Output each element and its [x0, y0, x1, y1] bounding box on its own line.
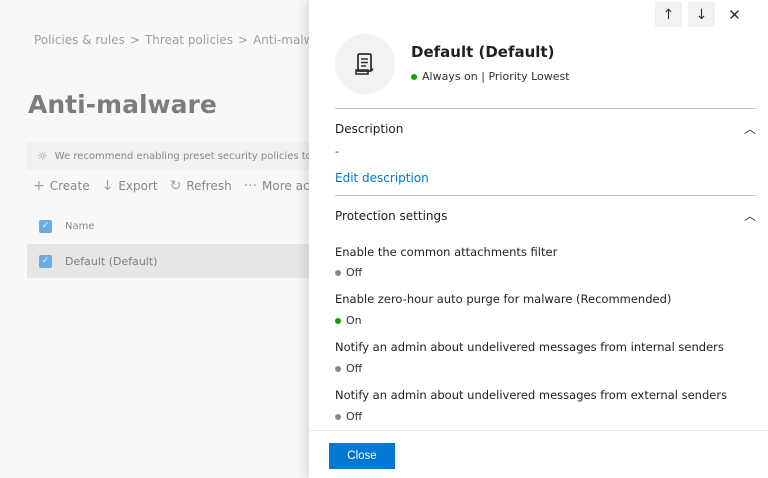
close-button[interactable]: Close — [329, 443, 395, 469]
scroll-icon — [355, 53, 374, 75]
protection-settings-heading: Protection settings — [335, 208, 448, 223]
setting-value-zap: On — [335, 314, 362, 327]
setting-value-external-senders: Off — [335, 410, 362, 423]
breadcrumb: Policies & rules > Threat policies > Anti-ma… — [34, 33, 333, 47]
setting-value-internal-senders: Off — [335, 362, 362, 375]
previous-item-button[interactable]: ↑ — [655, 2, 682, 27]
panel-navigation: ↑ ↓ ✕ — [655, 2, 748, 27]
list-header: ✓ Name — [27, 214, 309, 238]
divider — [335, 108, 756, 109]
policy-avatar — [335, 34, 395, 94]
row-checkbox[interactable]: ✓ — [39, 254, 52, 268]
recommendation-banner: ☼ We recommend enabling preset security … — [27, 142, 309, 170]
setting-label-common-attachments: Enable the common attachments filter — [335, 245, 558, 259]
lightbulb-icon: ☼ — [37, 149, 48, 163]
status-dot-icon — [411, 73, 417, 80]
description-value: - — [335, 145, 339, 158]
description-heading: Description — [335, 121, 404, 136]
arrow-down-icon: ↓ — [695, 6, 708, 23]
status-dot-icon — [335, 413, 341, 420]
close-icon: ✕ — [728, 5, 741, 24]
status-dot-icon — [335, 365, 341, 372]
policy-name-cell: Default (Default) — [65, 254, 158, 268]
policy-status: Always on | Priority Lowest — [411, 70, 570, 83]
page-title: Anti-malware — [28, 90, 217, 119]
select-all-checkbox[interactable]: ✓ — [39, 219, 52, 233]
plus-icon: + — [33, 178, 45, 194]
divider — [335, 195, 756, 196]
next-item-button[interactable]: ↓ — [688, 2, 715, 27]
policy-title: Default (Default) — [411, 43, 555, 61]
create-button[interactable]: + Create — [33, 178, 90, 194]
chevron-right-icon: > — [238, 33, 249, 47]
banner-text: We recommend enabling preset security po… — [54, 150, 309, 162]
setting-label-internal-senders: Notify an admin about undelivered messag… — [335, 340, 724, 354]
refresh-icon: ↻ — [169, 178, 182, 194]
footer-divider — [309, 430, 768, 431]
table-row[interactable]: ✓ Default (Default) — [27, 244, 309, 278]
ellipsis-icon: ··· — [243, 178, 258, 194]
status-dot-icon — [335, 317, 341, 324]
arrow-up-icon: ↑ — [662, 6, 675, 23]
breadcrumb-item-policies[interactable]: Policies & rules — [34, 33, 125, 47]
status-dot-icon — [335, 269, 341, 276]
breadcrumb-item-threat-policies[interactable]: Threat policies — [145, 33, 233, 47]
command-bar: + Create ↓ Export ↻ Refresh ··· More actio — [33, 178, 325, 194]
setting-label-external-senders: Notify an admin about undelivered messag… — [335, 388, 728, 402]
setting-value-common-attachments: Off — [335, 266, 362, 279]
policy-status-text: Always on | Priority Lowest — [422, 70, 570, 83]
refresh-button[interactable]: ↻ Refresh — [170, 178, 232, 194]
description-section-header[interactable]: Description ︿ — [335, 120, 756, 137]
chevron-up-icon[interactable]: ︿ — [744, 120, 756, 137]
column-header-name[interactable]: Name — [65, 221, 95, 232]
close-panel-button[interactable]: ✕ — [721, 2, 748, 27]
edit-description-link[interactable]: Edit description — [335, 171, 429, 185]
download-icon: ↓ — [101, 178, 114, 194]
protection-settings-section-header[interactable]: Protection settings ︿ — [335, 207, 756, 224]
chevron-up-icon[interactable]: ︿ — [744, 207, 756, 224]
export-button[interactable]: ↓ Export — [102, 178, 158, 194]
chevron-right-icon: > — [129, 33, 140, 47]
setting-label-zap: Enable zero-hour auto purge for malware … — [335, 292, 672, 306]
policy-details-panel: ↑ ↓ ✕ Default (Default) Always on | Prio… — [309, 0, 768, 478]
